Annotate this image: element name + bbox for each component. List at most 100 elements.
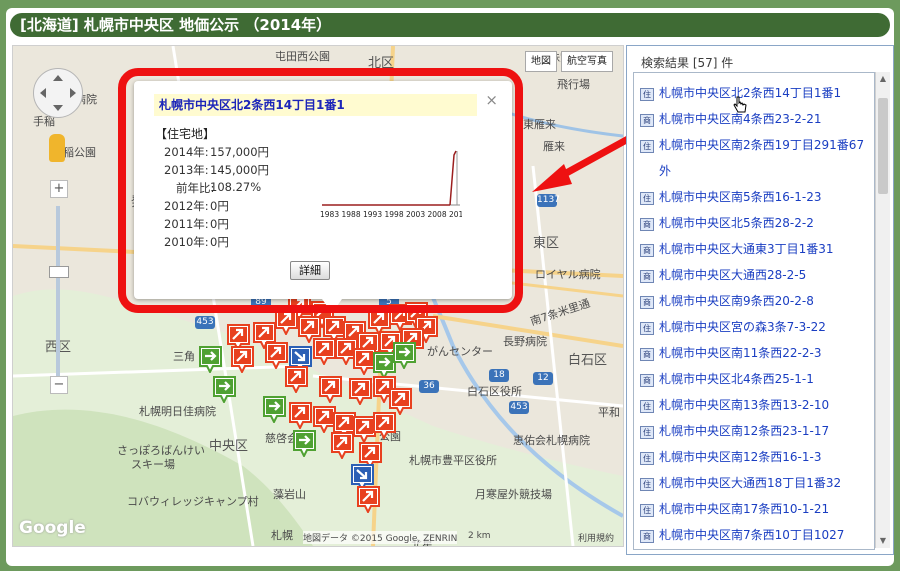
hand-cursor-icon	[733, 96, 747, 113]
result-item[interactable]: 住札幌市中央区宮の森3条7-3-22	[640, 319, 868, 340]
map-label: 屯田西公園	[275, 50, 330, 63]
map-label: 三角	[173, 350, 195, 363]
result-link[interactable]: 札幌市中央区北5条西28-2-2	[659, 210, 814, 236]
map-attribution: 地図データ ©2015 Google, ZENRIN	[303, 531, 458, 544]
route-shield: 18	[489, 369, 509, 382]
map-scale: 2 km	[468, 531, 491, 541]
results-header: 検索結果 [57] 件	[641, 56, 734, 70]
scroll-up-icon[interactable]: ▲	[876, 72, 890, 86]
result-item[interactable]: 住札幌市中央区南13条西13-2-10	[640, 397, 868, 418]
result-item[interactable]: 住札幌市中央区南5条西16-1-23	[640, 189, 868, 210]
result-link[interactable]: 札幌市中央区南9条西20-2-8	[659, 288, 814, 314]
result-item[interactable]: 商札幌市中央区北5条西28-2-2	[640, 215, 868, 236]
commercial-icon: 商	[640, 374, 654, 387]
result-link[interactable]: 札幌市中央区大通東3丁目1番31	[659, 236, 834, 262]
map-label: 稲公園	[63, 146, 96, 159]
map-label: 恵佑会札幌病院	[513, 434, 590, 447]
result-link[interactable]: 札幌市中央区南13条西13-2-10	[659, 392, 829, 418]
result-link[interactable]: 札幌市中央区大通西18丁目1番32	[659, 470, 841, 496]
land-price-marker[interactable]	[393, 342, 416, 369]
map-label: 飛行場	[557, 78, 590, 91]
zoom-slider-handle[interactable]	[49, 266, 69, 278]
result-item[interactable]: 住札幌市中央区南12条西23-1-17	[640, 423, 868, 444]
map-label: 白石区	[568, 353, 608, 368]
results-panel: 検索結果 [57] 件 住札幌市中央区北2条西14丁目1番1 商札幌市中央区南4条…	[626, 45, 894, 555]
land-price-marker[interactable]	[265, 342, 288, 369]
result-item[interactable]: 商札幌市中央区大通西28-2-5	[640, 267, 868, 288]
land-price-marker[interactable]	[373, 412, 396, 439]
commercial-icon: 商	[640, 244, 654, 257]
map-label: 平和	[598, 406, 620, 419]
land-price-marker[interactable]	[293, 430, 316, 457]
route-shield: 36	[419, 380, 439, 393]
map-label: 中央区	[209, 439, 249, 454]
result-link[interactable]: 札幌市中央区大通西28-2-5	[659, 262, 806, 288]
result-link[interactable]: 札幌市中央区南2条西19丁目291番67外	[659, 132, 868, 184]
commercial-icon: 商	[640, 348, 654, 361]
commercial-icon: 商	[640, 530, 654, 543]
land-price-marker[interactable]	[263, 396, 286, 423]
map-label: コバウィレッジキャンプ村	[127, 495, 259, 508]
map-label: ロイヤル病院	[535, 268, 601, 281]
route-shield: 453	[509, 401, 529, 414]
result-link[interactable]: 札幌市中央区南7条西10丁目1027	[659, 522, 844, 548]
result-item[interactable]: 住札幌市中央区大通西18丁目1番32	[640, 475, 868, 496]
map-type-satellite-button[interactable]: 航空写真	[561, 51, 613, 72]
map-label: 札幌明日佳病院	[139, 405, 216, 418]
result-item[interactable]: 住札幌市中央区南2条西19丁目291番67外	[640, 137, 868, 184]
result-link[interactable]: 札幌市中央区宮の森3条7-3-22	[659, 314, 826, 340]
zoom-slider-track[interactable]	[56, 206, 60, 376]
result-item[interactable]: 商札幌市中央区南7条西10丁目1027	[640, 527, 868, 548]
result-link[interactable]: 札幌市中央区南12条西23-1-17	[659, 418, 829, 444]
street-view-pegman-icon[interactable]	[49, 134, 65, 162]
map-type-roadmap-button[interactable]: 地図	[525, 51, 557, 72]
land-price-marker[interactable]	[331, 432, 354, 459]
land-price-marker[interactable]	[319, 376, 342, 403]
land-price-marker[interactable]	[349, 378, 372, 405]
google-logo: Google	[19, 518, 86, 538]
residential-icon: 住	[640, 322, 654, 335]
land-price-marker[interactable]	[213, 376, 236, 403]
terms-link[interactable]: 利用規約	[578, 531, 614, 544]
land-price-marker[interactable]	[231, 346, 254, 373]
residential-icon: 住	[640, 140, 654, 153]
zoom-in-button[interactable]: +	[50, 180, 68, 198]
results-list: 住札幌市中央区北2条西14丁目1番1 商札幌市中央区南4条西23-2-21 住札幌市…	[633, 72, 875, 550]
land-price-marker[interactable]	[285, 366, 308, 393]
result-item[interactable]: 住札幌市中央区北2条西14丁目1番1	[640, 85, 868, 106]
result-link[interactable]: 札幌市中央区北4条西25-1-1	[659, 366, 814, 392]
result-link[interactable]: 札幌市中央区南11条西22-2-3	[659, 340, 821, 366]
map-label: スキー場	[131, 458, 175, 471]
land-price-marker[interactable]	[199, 346, 222, 373]
residential-icon: 住	[640, 400, 654, 413]
result-link[interactable]: 札幌市中央区南17条西10-1-21	[659, 496, 829, 522]
pan-control[interactable]	[33, 68, 83, 118]
residential-icon: 住	[640, 478, 654, 491]
route-shield: 12	[533, 372, 553, 385]
highlight-popup-box	[118, 68, 523, 313]
commercial-icon: 商	[640, 296, 654, 309]
result-item[interactable]: 住札幌市中央区南17条西10-1-21	[640, 501, 868, 522]
land-price-marker[interactable]	[289, 402, 312, 429]
pan-arrows-icon	[40, 75, 76, 111]
residential-icon: 住	[640, 426, 654, 439]
results-scrollbar[interactable]: ▲ ▼	[875, 72, 890, 548]
land-price-marker[interactable]	[313, 338, 336, 365]
residential-icon: 住	[640, 88, 654, 101]
residential-icon: 住	[640, 452, 654, 465]
land-price-marker[interactable]	[357, 486, 380, 513]
result-link[interactable]: 札幌市中央区南12条西16-1-3	[659, 444, 821, 470]
zoom-out-button[interactable]: −	[50, 376, 68, 394]
scroll-down-icon[interactable]: ▼	[876, 534, 890, 548]
result-link[interactable]: 札幌市中央区南5条西16-1-23	[659, 184, 821, 210]
result-item[interactable]: 商札幌市中央区北4条西25-1-1	[640, 371, 868, 392]
result-item[interactable]: 商札幌市中央区南9条西20-2-8	[640, 293, 868, 314]
land-price-marker[interactable]	[389, 388, 412, 415]
result-item[interactable]: 商札幌市中央区南11条西22-2-3	[640, 345, 868, 366]
result-item[interactable]: 商札幌市中央区南4条西23-2-21	[640, 111, 868, 132]
residential-icon: 住	[640, 192, 654, 205]
result-link[interactable]: 札幌市中央区北2条西14丁目1番1	[659, 80, 841, 106]
result-item[interactable]: 商札幌市中央区大通東3丁目1番31	[640, 241, 868, 262]
result-item[interactable]: 住札幌市中央区南12条西16-1-3	[640, 449, 868, 470]
scroll-thumb[interactable]	[878, 98, 888, 194]
